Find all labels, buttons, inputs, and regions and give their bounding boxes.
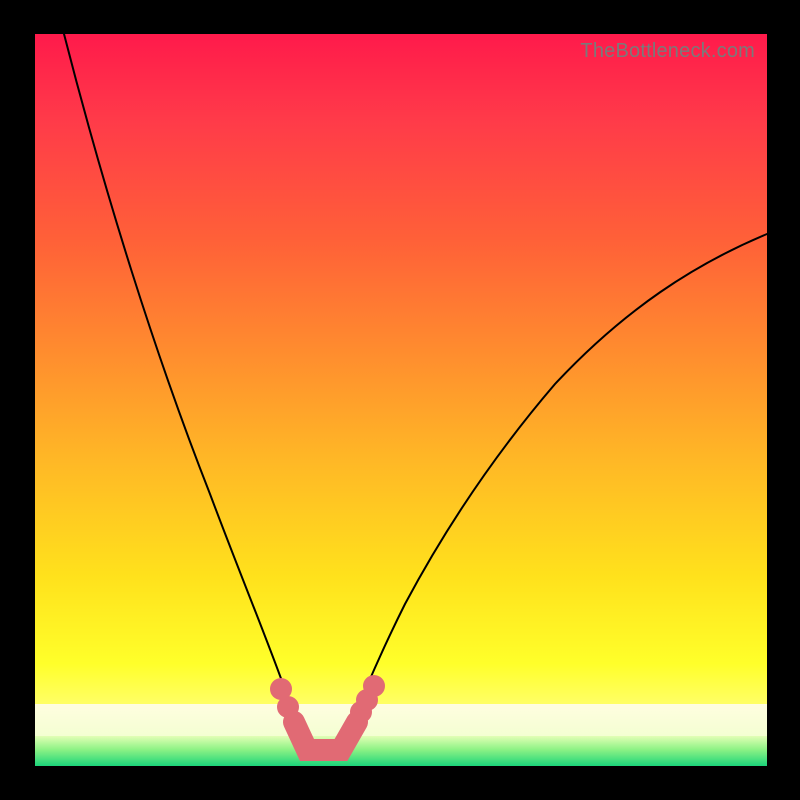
marker-right-3 [363, 675, 385, 697]
curve-layer [35, 34, 767, 766]
bottleneck-band [294, 722, 357, 750]
left-curve [64, 34, 307, 750]
chart-frame: TheBottleneck.com [0, 0, 800, 800]
marker-left-2 [277, 696, 299, 718]
plot-area: TheBottleneck.com [34, 34, 768, 766]
right-curve [341, 234, 767, 750]
